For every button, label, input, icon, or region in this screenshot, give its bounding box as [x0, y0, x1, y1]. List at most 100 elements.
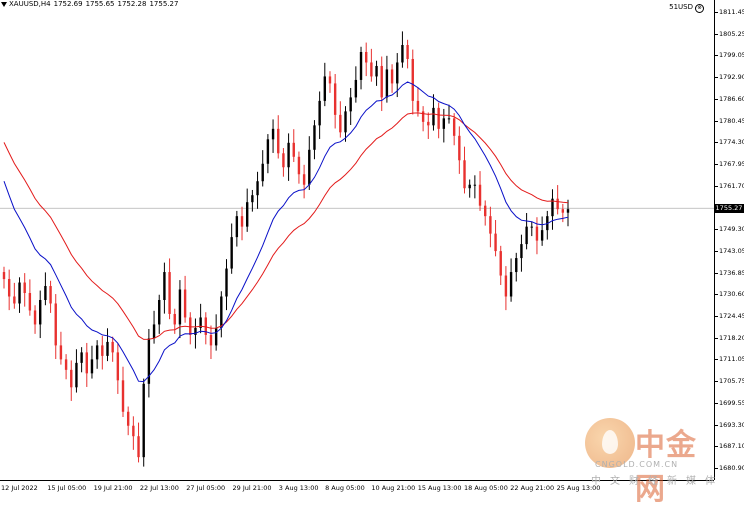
price-label: 1786.60 [719, 94, 744, 103]
candle-body [308, 149, 311, 185]
price-label: 1774.30 [719, 138, 744, 147]
price-tick [715, 316, 718, 317]
price-tick [715, 142, 718, 144]
price-label: 1743.05 [719, 246, 744, 255]
candle-body [370, 62, 373, 77]
candle-body [556, 198, 559, 210]
price-tick [715, 229, 718, 231]
candle-body [401, 45, 404, 63]
candle-body [23, 282, 26, 294]
candle-body [406, 45, 409, 59]
candle-body [313, 125, 316, 150]
price-tick [715, 120, 718, 122]
price-axis[interactable]: 1811.45 1805.25 1799.05 1792.90 1786.60 1780.… [714, 0, 744, 480]
candle-body [478, 184, 482, 206]
candle-body [245, 202, 249, 227]
candle-body [44, 286, 47, 300]
open-value: 1752.69 [53, 0, 83, 8]
candle-body [49, 286, 52, 304]
candle-body [75, 362, 78, 388]
candle-body [354, 79, 358, 98]
price-label: 1699.55 [719, 398, 744, 407]
price-tick [715, 98, 718, 100]
broker-name: 51USD [669, 3, 693, 11]
candle-body [349, 97, 352, 112]
candle-body [458, 135, 461, 161]
symbol-menu-icon[interactable] [1, 1, 7, 7]
candle-body [463, 160, 466, 189]
symbol-header: XAUUSD,H4 1752.69 1755.65 1752.28 1755.27 [1, 0, 181, 8]
candle-body [328, 76, 332, 84]
candle-body [318, 100, 321, 126]
candle-body [121, 380, 125, 412]
price-label: 1761.70 [719, 181, 744, 190]
candle-body [39, 299, 42, 325]
candle-body [390, 69, 394, 84]
candle-body [220, 296, 223, 328]
candle-body [163, 272, 166, 300]
price-label: 1811.45 [719, 8, 744, 16]
price-label: 1718.20 [719, 333, 744, 342]
candle-body [240, 216, 244, 227]
candle-body [225, 268, 228, 297]
candle-body [421, 111, 425, 122]
time-label: 10 Aug 21:00 [371, 484, 416, 492]
time-label: 22 Jul 13:00 [139, 484, 179, 492]
price-plot[interactable] [0, 0, 714, 480]
candle-body [437, 107, 440, 129]
chart-window[interactable]: XAUUSD,H4 1752.69 1755.65 1752.28 1755.27 51… [0, 0, 744, 507]
candle-body [282, 153, 285, 168]
candle-body [111, 341, 114, 353]
candle-body [271, 128, 275, 140]
candle-body [277, 128, 280, 154]
candle-body [13, 296, 16, 304]
candle-body [116, 352, 120, 381]
candle-body [525, 226, 528, 245]
candle-body [447, 118, 451, 120]
candle-body [80, 352, 83, 363]
candle-body [416, 100, 420, 112]
time-label: 15 Aug 13:00 [417, 484, 462, 492]
watermark-url: CNGOLD.COM.CN [595, 460, 679, 469]
candle-body [385, 69, 389, 98]
candle-body [359, 51, 363, 80]
candle-body [287, 142, 290, 168]
candle-body [256, 181, 259, 196]
candle-body [85, 352, 88, 374]
candle-body [28, 293, 32, 311]
time-label: 3 Aug 13:00 [278, 484, 319, 492]
candle-body [344, 111, 347, 133]
candle-body [509, 272, 513, 297]
price-tick [715, 337, 718, 339]
low-value: 1752.28 [117, 0, 147, 8]
price-tick [715, 250, 718, 252]
close-value: 1755.27 [149, 0, 179, 8]
candle-body [142, 383, 145, 458]
candle-body [178, 289, 182, 325]
candle-body [54, 303, 57, 346]
candle-body [427, 121, 430, 126]
candle-body [214, 327, 218, 346]
candle-body [297, 156, 301, 175]
candle-body [189, 317, 192, 335]
candle-body [468, 184, 471, 189]
time-label: 18 Aug 05:00 [464, 484, 508, 492]
candle-body [375, 65, 378, 77]
slow-moving-average-line [3, 112, 569, 340]
candle-body [365, 51, 368, 63]
price-tick [715, 381, 718, 383]
candle-body [251, 195, 254, 203]
candle-body [504, 275, 508, 297]
candle-body [158, 299, 161, 325]
candle-body [499, 251, 502, 276]
candle-body [535, 226, 539, 241]
price-label: 1780.45 [719, 116, 744, 125]
watermark-subtitle: 中文财经新媒体 [591, 476, 724, 487]
candle-body [101, 345, 104, 356]
price-tick [715, 77, 718, 79]
price-tick [715, 55, 718, 57]
time-label: 8 Aug 05:00 [325, 484, 365, 492]
candle-body [70, 369, 73, 388]
candle-body [209, 334, 213, 346]
candle-body [380, 65, 383, 98]
